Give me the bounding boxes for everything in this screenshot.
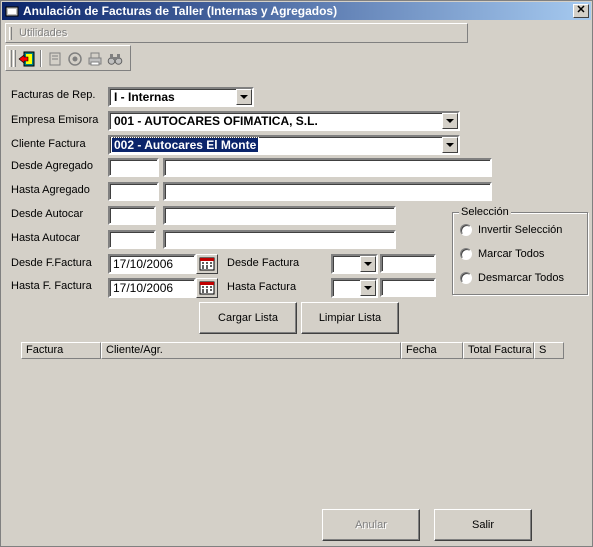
desde-ffactura-input[interactable]: 17/10/2006 — [108, 254, 196, 274]
cliente-factura-select[interactable]: 002 - Autocares El Monte — [108, 135, 460, 155]
hasta-autocar-name-input[interactable] — [163, 230, 396, 249]
title-bar[interactable]: Anulación de Facturas de Taller (Interna… — [2, 2, 591, 20]
anular-button[interactable]: Anular — [322, 509, 420, 541]
exit-icon — [18, 51, 35, 66]
desde-ffactura-calendar-button[interactable] — [196, 254, 218, 274]
cliente-factura-value: 002 - Autocares El Monte — [110, 137, 260, 153]
radio-label: Marcar Todos — [478, 248, 545, 260]
facturas-grid[interactable]: Factura Cliente/Agr. Fecha Total Factura… — [21, 342, 564, 359]
desde-factura-numero-input[interactable] — [380, 254, 436, 273]
radio-circle[interactable] — [460, 224, 472, 236]
column-header-factura[interactable]: Factura — [21, 342, 101, 359]
chevron-down-icon[interactable] — [236, 89, 252, 105]
calendar-icon — [199, 257, 215, 271]
toolbar-grip[interactable] — [9, 50, 12, 67]
desde-autocar-name-input[interactable] — [163, 206, 396, 225]
desde-autocar-code-input[interactable] — [108, 206, 156, 225]
radio-desmarcar-todos[interactable]: Desmarcar Todos — [460, 272, 564, 284]
desde-autocar-label: Desde Autocar — [11, 208, 84, 220]
app-icon — [5, 6, 19, 17]
hasta-agregado-code-input[interactable] — [108, 182, 159, 201]
chevron-down-icon[interactable] — [442, 113, 458, 129]
desde-factura-label: Desde Factura — [227, 257, 300, 269]
print-icon — [88, 52, 102, 65]
column-header-fecha[interactable]: Fecha — [401, 342, 463, 359]
document-icon — [49, 52, 61, 65]
menu-utilidades[interactable]: Utilidades — [19, 27, 67, 39]
desde-agregado-label: Desde Agregado — [11, 160, 93, 172]
close-button[interactable]: ✕ — [573, 4, 589, 18]
salir-label: Salir — [471, 519, 494, 531]
empresa-emisora-select[interactable]: 001 - AUTOCARES OFIMATICA, S.L. — [108, 111, 460, 131]
menu-bar: Utilidades — [5, 23, 468, 43]
seleccion-group: Selección Invertir Selección Marcar Todo… — [452, 206, 588, 295]
radio-marcar-todos[interactable]: Marcar Todos — [460, 248, 544, 260]
limpiar-lista-button[interactable]: Limpiar Lista — [301, 302, 399, 334]
preview-icon — [68, 51, 82, 66]
radio-invertir-seleccion[interactable]: Invertir Selección — [460, 224, 562, 236]
main-window: Anulación de Facturas de Taller (Interna… — [0, 0, 593, 547]
preview-button[interactable] — [65, 49, 85, 68]
column-header-cliente[interactable]: Cliente/Agr. — [101, 342, 401, 359]
desde-ffactura-label: Desde F.Factura — [11, 257, 92, 269]
hasta-ffactura-input[interactable]: 17/10/2006 — [108, 278, 196, 298]
calendar-icon — [199, 281, 215, 295]
empresa-emisora-value: 001 - AUTOCARES OFIMATICA, S.L. — [114, 114, 318, 128]
anular-label: Anular — [355, 519, 387, 531]
hasta-ffactura-label: Hasta F. Factura — [11, 280, 92, 292]
hasta-ffactura-calendar-button[interactable] — [196, 278, 218, 298]
radio-circle[interactable] — [460, 272, 472, 284]
hasta-autocar-label: Hasta Autocar — [11, 232, 81, 244]
toolbar-grip-2[interactable] — [13, 50, 16, 67]
radio-label: Invertir Selección — [478, 224, 563, 236]
facturas-rep-label: Facturas de Rep. — [11, 89, 96, 101]
column-header-s[interactable]: S — [534, 342, 564, 359]
hasta-factura-label: Hasta Factura — [227, 281, 297, 293]
cargar-lista-label: Cargar Lista — [218, 312, 278, 324]
hasta-factura-numero-input[interactable] — [380, 278, 436, 297]
limpiar-lista-label: Limpiar Lista — [318, 312, 382, 324]
toolbar — [5, 45, 131, 71]
column-header-total[interactable]: Total Factura — [463, 342, 534, 359]
salir-button[interactable]: Salir — [434, 509, 532, 541]
window-title: Anulación de Facturas de Taller (Interna… — [23, 4, 338, 18]
toolbar-separator — [40, 50, 42, 67]
exit-button[interactable] — [17, 49, 37, 68]
binoculars-icon — [107, 53, 123, 65]
chevron-down-icon[interactable] — [442, 137, 458, 153]
facturas-rep-select[interactable]: I - Internas — [108, 87, 254, 107]
radio-label: Desmarcar Todos — [478, 272, 564, 284]
chevron-down-icon[interactable] — [360, 256, 376, 272]
desde-agregado-code-input[interactable] — [108, 158, 159, 177]
hasta-factura-serie-select[interactable] — [331, 278, 378, 298]
hasta-autocar-code-input[interactable] — [108, 230, 156, 249]
hasta-agregado-label: Hasta Agregado — [11, 184, 90, 196]
cliente-factura-label: Cliente Factura — [11, 138, 86, 150]
desde-agregado-name-input[interactable] — [163, 158, 492, 177]
desde-factura-serie-select[interactable] — [331, 254, 378, 274]
search-button[interactable] — [105, 49, 125, 68]
print-button[interactable] — [85, 49, 105, 68]
document-button[interactable] — [45, 49, 65, 68]
menu-grip[interactable] — [9, 27, 12, 40]
radio-circle[interactable] — [460, 248, 472, 260]
hasta-agregado-name-input[interactable] — [163, 182, 492, 201]
empresa-emisora-label: Empresa Emisora — [11, 114, 99, 126]
cargar-lista-button[interactable]: Cargar Lista — [199, 302, 297, 334]
facturas-rep-value: I - Internas — [114, 90, 175, 104]
chevron-down-icon[interactable] — [360, 280, 376, 296]
seleccion-legend: Selección — [459, 206, 511, 218]
